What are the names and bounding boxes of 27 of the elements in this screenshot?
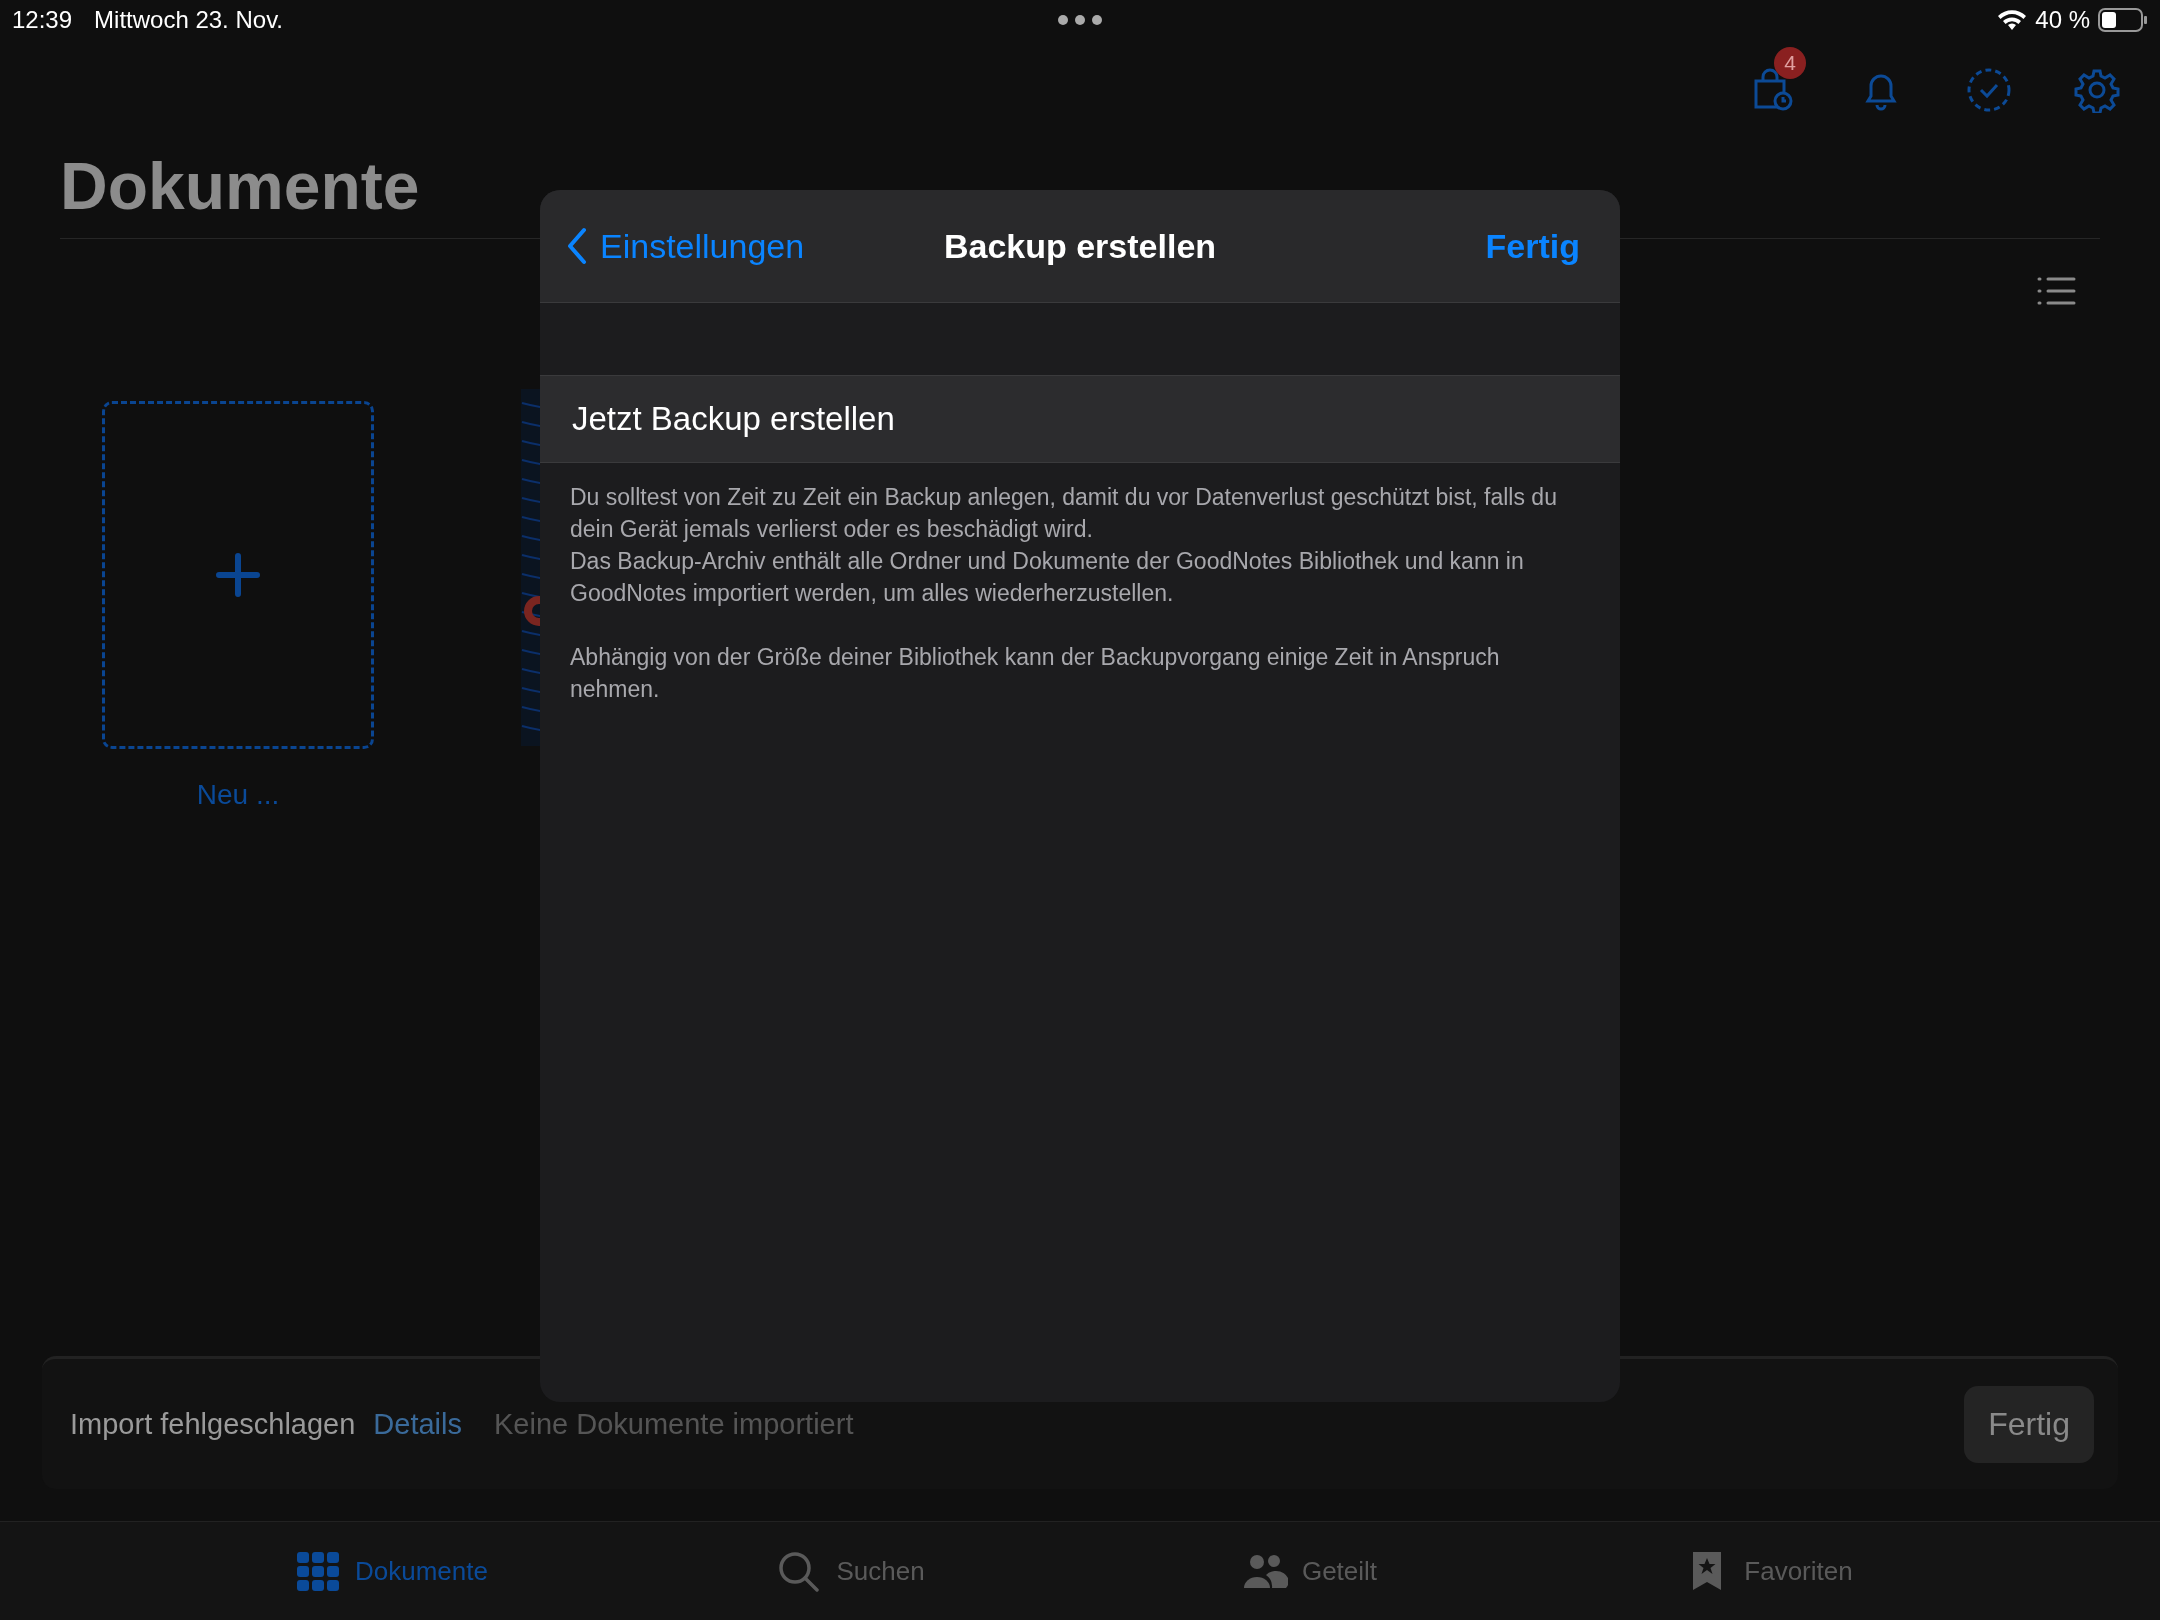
tab[interactable]: Geteilt xyxy=(1080,1522,1539,1620)
new-document-label[interactable]: Neu ... xyxy=(196,779,280,811)
checkmark-circle-icon[interactable] xyxy=(1966,67,2012,113)
battery-icon xyxy=(2098,8,2148,32)
notification-badge: 4 xyxy=(1774,47,1806,79)
multitasking-dots-icon xyxy=(1057,14,1103,26)
tab[interactable]: Favoriten xyxy=(1539,1522,1998,1620)
battery-percent: 40 % xyxy=(2035,6,2090,34)
details-link[interactable]: Details xyxy=(373,1407,462,1441)
tab[interactable]: Dokumente xyxy=(162,1522,621,1620)
description-text: Du solltest von Zeit zu Zeit ein Backup anlegen, damit du vor Datenverlust geschützt bist, falls du dein Gerät jemals verlierst oder es beschädigt wird. xyxy=(570,483,1558,544)
description-text: Das Backup-Archiv enthält alle Ordner und Dokumente der GoodNotes Bibliothek und kann in GoodNotes importiert werden, um alles wiederherzustellen. xyxy=(570,547,1525,608)
wifi-icon xyxy=(1997,9,2028,31)
status-time: 12:39 xyxy=(12,6,73,34)
new-document-card[interactable] xyxy=(102,401,374,749)
status-date: Mittwoch 23. Nov. xyxy=(94,6,283,34)
grid-icon xyxy=(295,1550,341,1592)
list-view-icon[interactable] xyxy=(2036,275,2076,307)
settings-icon[interactable] xyxy=(2074,67,2120,113)
plus-icon xyxy=(215,552,261,598)
done-button[interactable]: Fertig xyxy=(1964,1385,2094,1463)
description-text: Abhängig von der Größe deiner Bibliothek kann der Backupvorgang einige Zeit in Anspruch nehmen. xyxy=(570,643,1501,704)
chevron-left-icon xyxy=(566,227,588,265)
import-detail: Keine Dokumente importiert xyxy=(494,1407,854,1441)
tab[interactable]: Suchen xyxy=(621,1522,1080,1620)
import-message: Import fehlgeschlagen xyxy=(70,1407,356,1441)
backup-now-row[interactable]: Jetzt Backup erstellen xyxy=(540,376,1620,463)
